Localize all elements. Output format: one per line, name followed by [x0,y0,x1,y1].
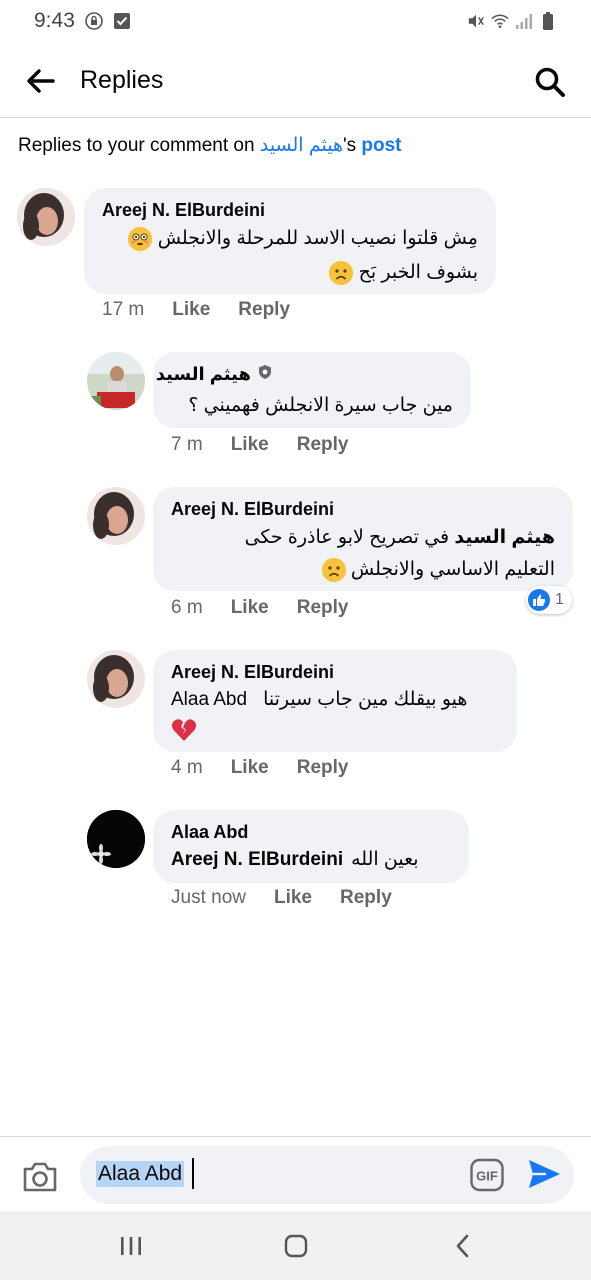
post-author-link[interactable]: هيثم السيد [260,135,343,156]
context-prefix: Replies to your comment on [18,135,260,156]
reply-composer: Alaa Abd GIF [0,1136,591,1210]
reaction-count: 1 [555,591,564,608]
comment-author[interactable]: Areej N. ElBurdeini [171,499,334,520]
comment-time: 7 m [171,434,203,455]
comment-bubble[interactable]: هيثم السيد مين جاب سيرة الانجلش فهميني ؟ [153,352,471,428]
mention-link[interactable]: هيثم السيد [454,527,555,548]
avatar[interactable] [87,810,145,868]
comment-time: 4 m [171,757,203,778]
comment-author-row: هيثم السيد [156,364,273,385]
avatar[interactable] [87,650,145,708]
reply-button[interactable]: Reply [238,299,290,321]
comment-actions: Just now Like Reply [171,887,420,909]
app-header: Replies [0,42,591,118]
send-button[interactable] [526,1156,562,1192]
status-bar: 9:43 [0,0,591,42]
replies-context: Replies to your comment on هيثم السيد's … [18,134,402,157]
comment-text: مين جاب سيرة الانجلش فهميني ؟ [188,395,453,416]
comment-text: بشوف الخبر بَح [358,262,478,283]
reply-button[interactable]: Reply [297,757,349,779]
arrow-left-icon [27,69,55,93]
like-button[interactable]: Like [274,887,312,909]
battery-icon [539,12,557,30]
comment-text-line: Alaa Abd هيو بيقلك مين جاب سيرتنا [171,683,511,717]
comment-actions: 4 m Like Reply [171,757,376,779]
comment-bubble[interactable]: Areej N. ElBurdeini هيثم السيد في تصريح … [153,487,573,591]
wifi-icon [491,12,509,30]
comment-actions: 6 m Like Reply [171,597,376,619]
mute-icon [467,12,485,30]
flushed-face-icon [128,226,153,251]
thumbs-up-icon [528,589,550,611]
search-icon [535,67,565,97]
recents-icon [121,1237,141,1255]
gif-label: GIF [476,1169,498,1184]
comment-input-value[interactable]: Alaa Abd [96,1161,185,1187]
system-back-button[interactable] [448,1231,478,1261]
checkbox-notification-icon [113,12,131,30]
sad-face-icon [321,557,346,582]
gif-button[interactable]: GIF [470,1158,504,1192]
comment-input[interactable]: Alaa Abd GIF [80,1146,574,1204]
page-title: Replies [80,66,164,94]
search-button[interactable] [532,64,568,100]
like-button[interactable]: Like [172,299,210,321]
system-nav-bar [0,1211,591,1280]
signal-icon [515,12,533,30]
comment-bubble[interactable]: Alaa Abd Areej N. ElBurdeini بعين الله [153,810,469,883]
camera-icon [23,1162,57,1192]
reaction-badge[interactable]: 1 [526,586,572,614]
comment-time: Just now [171,887,246,908]
avatar[interactable] [87,487,145,545]
comment-text: هيو بيقلك مين جاب سيرتنا [263,689,468,710]
reply-button[interactable]: Reply [297,597,349,619]
admin-shield-icon [257,364,273,385]
comment-text-line: Areej N. ElBurdeini بعين الله [171,843,461,877]
comment-text: بعين الله [351,849,419,870]
mention-link[interactable]: Areej N. ElBurdeini [171,843,343,877]
comment-time: 6 m [171,597,203,618]
comment-text-line: مِش قلتوا نصيب الاسد للمرحلة والانجلش [88,222,478,256]
chevron-left-icon [456,1234,469,1258]
comment-text: في تصريح لابو عاذرة حكى [244,527,450,548]
text-caret [192,1158,194,1189]
comment-author[interactable]: Areej N. ElBurdeini [171,662,334,683]
home-icon [284,1234,308,1258]
like-button[interactable]: Like [231,434,269,456]
comment-actions: 17 m Like Reply [102,299,318,321]
context-possessive: 's [342,135,362,156]
vpn-lock-icon [85,12,103,30]
comment-text-line: التعليم الاساسي والانجلش [165,553,555,587]
camera-button[interactable] [22,1161,58,1195]
comment-text-line: هيثم السيد في تصريح لابو عاذرة حكى [165,521,555,555]
reply-button[interactable]: Reply [340,887,392,909]
avatar[interactable] [17,188,75,246]
comment-actions: 7 m Like Reply [171,434,376,456]
comment-text: التعليم الاساسي والانجلش [350,559,555,580]
avatar[interactable] [87,352,145,410]
recents-button[interactable] [116,1231,146,1261]
post-link[interactable]: post [361,135,401,156]
mention-link[interactable]: Alaa Abd [171,683,247,717]
send-icon [529,1160,560,1188]
comment-text: مِش قلتوا نصيب الاسد للمرحلة والانجلش [157,228,478,249]
comment-bubble[interactable]: Areej N. ElBurdeini Alaa Abd هيو بيقلك م… [153,650,517,752]
comment-author[interactable]: هيثم السيد [156,364,251,385]
like-button[interactable]: Like [231,597,269,619]
reply-button[interactable]: Reply [297,434,349,456]
home-button[interactable] [281,1231,311,1261]
sad-face-icon [329,260,354,285]
comment-time: 17 m [102,299,145,320]
comment-author[interactable]: Areej N. ElBurdeini [102,200,265,221]
status-time: 9:43 [34,9,75,32]
comment-author[interactable]: Alaa Abd [171,822,248,843]
comment-bubble[interactable]: Areej N. ElBurdeini مِش قلتوا نصيب الاسد… [84,188,496,294]
like-button[interactable]: Like [231,757,269,779]
gif-icon: GIF [470,1158,504,1192]
broken-heart-icon [171,718,197,747]
comment-text-line: بشوف الخبر بَح [88,256,478,290]
back-button[interactable] [24,64,58,98]
